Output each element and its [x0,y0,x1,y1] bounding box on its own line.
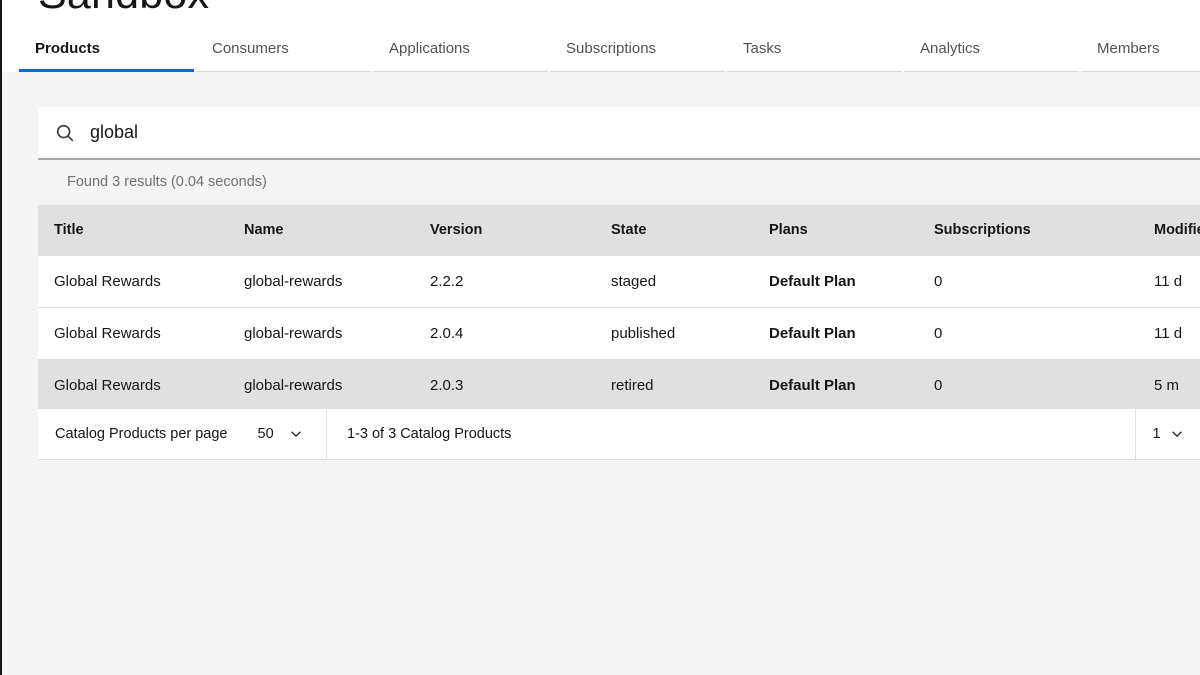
cell-version: 2.0.4 [414,308,595,359]
tab-label: Products [35,40,100,57]
tab-underline [373,71,548,72]
tab-underline [196,71,371,72]
search-results-count: Found 3 results (0.04 seconds) [67,174,267,190]
column-header-state: State [595,205,753,256]
search-icon [54,122,76,144]
cell-version: 2.2.2 [414,256,595,307]
tab-bar: Products Consumers Applications Subscrip… [19,31,1200,72]
search-query-text[interactable]: global [90,122,138,143]
items-per-page-label: Catalog Products per page [55,426,228,442]
cell-modified: 11 d [1138,308,1200,359]
catalog-sandbox-page: Sandbox Products Consumers Applications … [0,0,1200,675]
column-header-name: Name [228,205,414,256]
cell-state: retired [595,360,753,409]
cell-plans[interactable]: Default Plan [753,308,918,359]
pagination-bar: Catalog Products per page 50 1-3 of 3 Ca… [38,409,1200,460]
tab-label: Applications [389,40,470,57]
cell-state: staged [595,256,753,307]
cell-modified: 11 d [1138,256,1200,307]
tab-label: Analytics [920,40,980,57]
window-left-edge [0,0,2,675]
tab-members[interactable]: Members [1081,31,1200,72]
cell-name: global-rewards [228,360,414,409]
tab-label: Subscriptions [566,40,656,57]
page-number-value: 1 [1152,426,1160,442]
pagination-range-text: 1-3 of 3 Catalog Products [327,409,1135,459]
tab-products[interactable]: Products [19,31,195,72]
column-header-modified: Modified [1138,205,1200,256]
tab-underline [550,71,725,72]
tab-underline [1081,71,1200,72]
tab-analytics[interactable]: Analytics [904,31,1080,72]
catalog-products-table: Title Name Version State Plans Subscript… [38,205,1200,409]
table-header-row: Title Name Version State Plans Subscript… [38,205,1200,256]
cell-plans[interactable]: Default Plan [753,360,918,409]
table-row[interactable]: Global Rewards global-rewards 2.2.2 stag… [38,256,1200,307]
tab-underline [904,71,1079,72]
tab-label: Tasks [743,40,781,57]
tab-applications[interactable]: Applications [373,31,549,72]
items-per-page-value: 50 [258,426,274,442]
cell-name: global-rewards [228,256,414,307]
page-number-select[interactable]: 1 [1135,409,1200,459]
tab-consumers[interactable]: Consumers [196,31,372,72]
column-header-title: Title [38,205,228,256]
items-per-page-select[interactable]: Catalog Products per page 50 [38,409,327,459]
column-header-subscriptions: Subscriptions [918,205,1138,256]
tab-tasks[interactable]: Tasks [727,31,903,72]
table-row[interactable]: Global Rewards global-rewards 2.0.4 publ… [38,307,1200,359]
cell-subscriptions: 0 [918,360,1138,409]
cell-title: Global Rewards [38,256,228,307]
chevron-down-icon [1170,427,1184,441]
cell-name: global-rewards [228,308,414,359]
tab-label: Members [1097,40,1160,57]
cell-version: 2.0.3 [414,360,595,409]
active-tab-indicator [19,69,194,72]
cell-state: published [595,308,753,359]
search-input[interactable]: global [38,107,1200,160]
table-row-selected[interactable]: Global Rewards global-rewards 2.0.3 reti… [38,359,1200,409]
cell-modified: 5 m [1138,360,1200,409]
cell-plans[interactable]: Default Plan [753,256,918,307]
cell-subscriptions: 0 [918,256,1138,307]
page-title: Sandbox [38,0,209,19]
tab-label: Consumers [212,40,289,57]
chevron-down-icon [289,427,303,441]
tab-subscriptions[interactable]: Subscriptions [550,31,726,72]
cell-title: Global Rewards [38,360,228,409]
column-header-version: Version [414,205,595,256]
column-header-plans: Plans [753,205,918,256]
cell-subscriptions: 0 [918,308,1138,359]
cell-title: Global Rewards [38,308,228,359]
page-header: Sandbox Products Consumers Applications … [0,0,1200,72]
tab-underline [727,71,902,72]
